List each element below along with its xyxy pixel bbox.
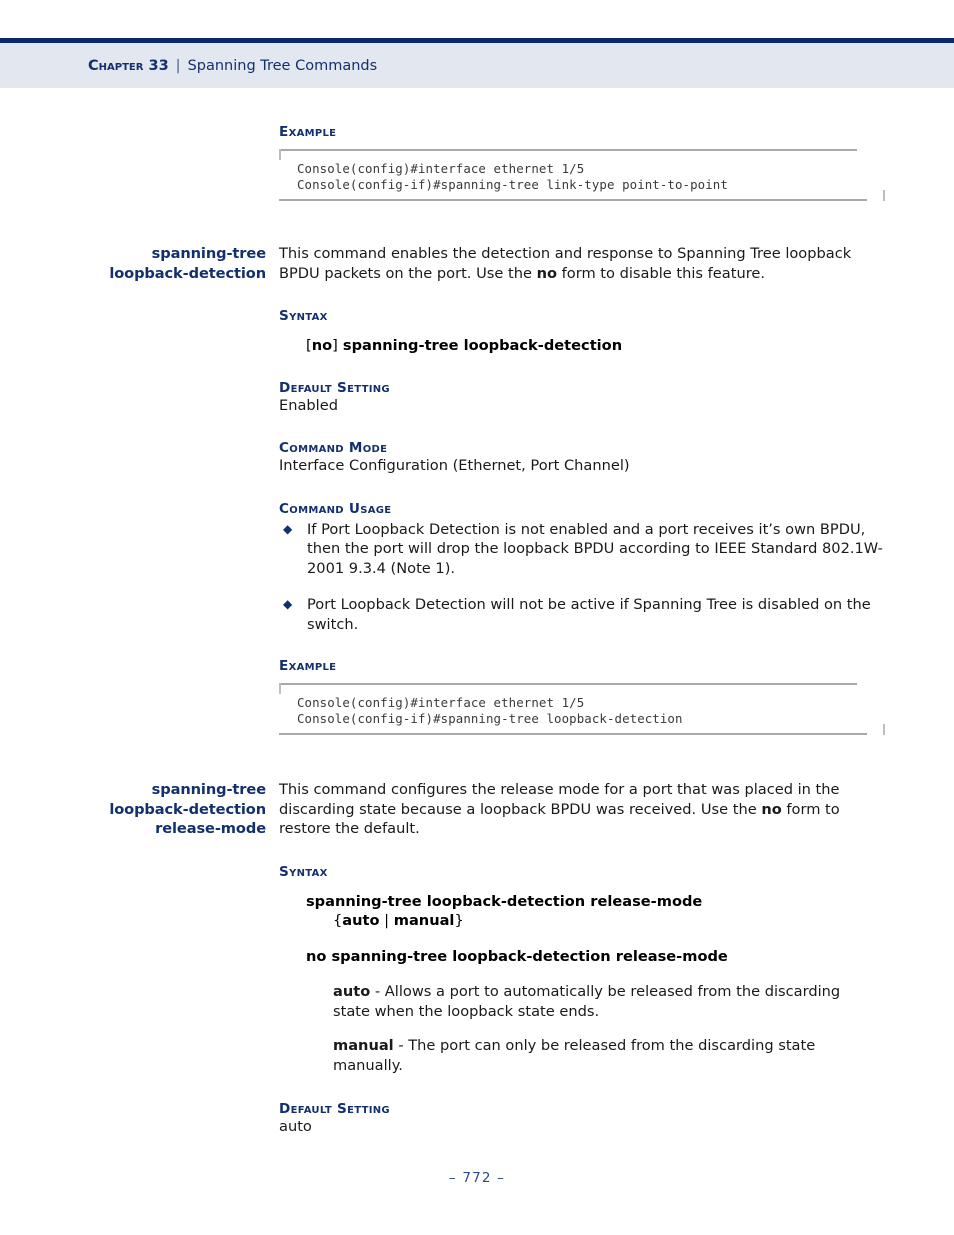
usage-bullet-item: ◆ Port Loopback Detection will not be ac… <box>279 595 885 634</box>
usage-bullet-item: ◆ If Port Loopback Detection is not enab… <box>279 520 885 579</box>
code-frame-bottom-tick <box>883 190 885 202</box>
command-mode-label: Command Mode <box>279 440 388 457</box>
code-frame-top-line <box>279 683 857 686</box>
default-setting-value: Enabled <box>279 396 338 414</box>
syntax-option-pipe: | <box>379 912 394 930</box>
description-text-pre: This command configures the release mode… <box>279 781 840 818</box>
command-title-line: spanning-tree <box>151 245 266 263</box>
syntax-options-group: {auto | manual} <box>333 911 859 931</box>
syntax-option-auto: auto <box>342 912 380 930</box>
page-content: Example Console(config)#interface ethern… <box>0 0 954 1137</box>
syntax-close-brace: } <box>454 912 464 930</box>
default-setting-label: Default Setting <box>279 1101 390 1118</box>
syntax-label: Syntax <box>279 308 328 325</box>
example-label-top: Example <box>279 124 337 140</box>
console-example-loopback-detection: Console(config)#interface ethernet 1/5 C… <box>279 683 885 736</box>
usage-bullet-text: Port Loopback Detection will not be acti… <box>307 596 871 633</box>
code-frame-bottom-tick <box>883 724 885 736</box>
usage-bullet-text: If Port Loopback Detection is not enable… <box>307 520 883 577</box>
code-frame-top-tick <box>279 149 281 160</box>
parameter-name: manual <box>333 1037 394 1055</box>
parameter-description: - Allows a port to automatically be rele… <box>333 983 841 1020</box>
description-keyword-no: no <box>536 264 557 282</box>
command-description: This command enables the detection and r… <box>279 244 859 283</box>
parameter-definition: manual - The port can only be released f… <box>333 1036 881 1075</box>
code-line: Console(config-if)#spanning-tree link-ty… <box>297 176 728 192</box>
example-block-top: Example Console(config)#interface ethern… <box>0 0 954 202</box>
command-title-line: release-mode <box>155 820 266 838</box>
code-frame-top-tick <box>279 683 281 695</box>
syntax-label: Syntax <box>279 863 328 880</box>
command-usage-label: Command Usage <box>279 500 392 517</box>
command-title-line: loopback-detection <box>109 264 266 282</box>
command-title-loopback-detection: spanning-tree loopback-detection <box>60 244 266 283</box>
code-line: Console(config)#interface ethernet 1/5 <box>297 161 585 176</box>
syntax-command-text: spanning-tree loopback-detection <box>337 337 623 355</box>
diamond-bullet-icon: ◆ <box>283 521 293 536</box>
syntax-statement: [no] spanning-tree loopback-detection <box>306 336 859 356</box>
description-text-post: form to disable this feature. <box>557 264 765 282</box>
default-setting-label: Default Setting <box>279 379 390 396</box>
syntax-statement-no-form: no spanning-tree loopback-detection rele… <box>306 947 728 965</box>
default-setting-value: auto <box>279 1118 312 1136</box>
command-title-line: spanning-tree <box>151 781 266 799</box>
description-keyword-no: no <box>761 800 782 818</box>
syntax-optional-no: no <box>311 337 333 355</box>
command-section-release-mode: spanning-tree loopback-detection release… <box>0 735 954 1137</box>
code-frame-top-line <box>279 149 857 151</box>
command-title-release-mode: spanning-tree loopback-detection release… <box>60 780 266 839</box>
page-number-footer: – 772 – <box>448 1170 506 1186</box>
example-label: Example <box>279 658 337 675</box>
syntax-open-brace: { <box>333 912 343 930</box>
syntax-option-manual: manual <box>393 912 455 930</box>
diamond-bullet-icon: ◆ <box>283 597 293 612</box>
code-line: Console(config)#interface ethernet 1/5 <box>297 695 585 711</box>
command-mode-value: Interface Configuration (Ethernet, Port … <box>279 457 630 475</box>
parameter-description: - The port can only be released from the… <box>333 1037 816 1074</box>
command-section-loopback-detection: spanning-tree loopback-detection This co… <box>0 201 954 736</box>
syntax-statement: spanning-tree loopback-detection release… <box>306 892 703 910</box>
code-line: Console(config-if)#spanning-tree loopbac… <box>297 710 683 726</box>
console-example-top: Console(config)#interface ethernet 1/5 C… <box>279 149 885 202</box>
parameter-definition: auto - Allows a port to automatically be… <box>333 982 881 1021</box>
command-title-line: loopback-detection <box>109 800 266 818</box>
command-description: This command configures the release mode… <box>279 780 859 839</box>
parameter-name: auto <box>333 983 371 1001</box>
